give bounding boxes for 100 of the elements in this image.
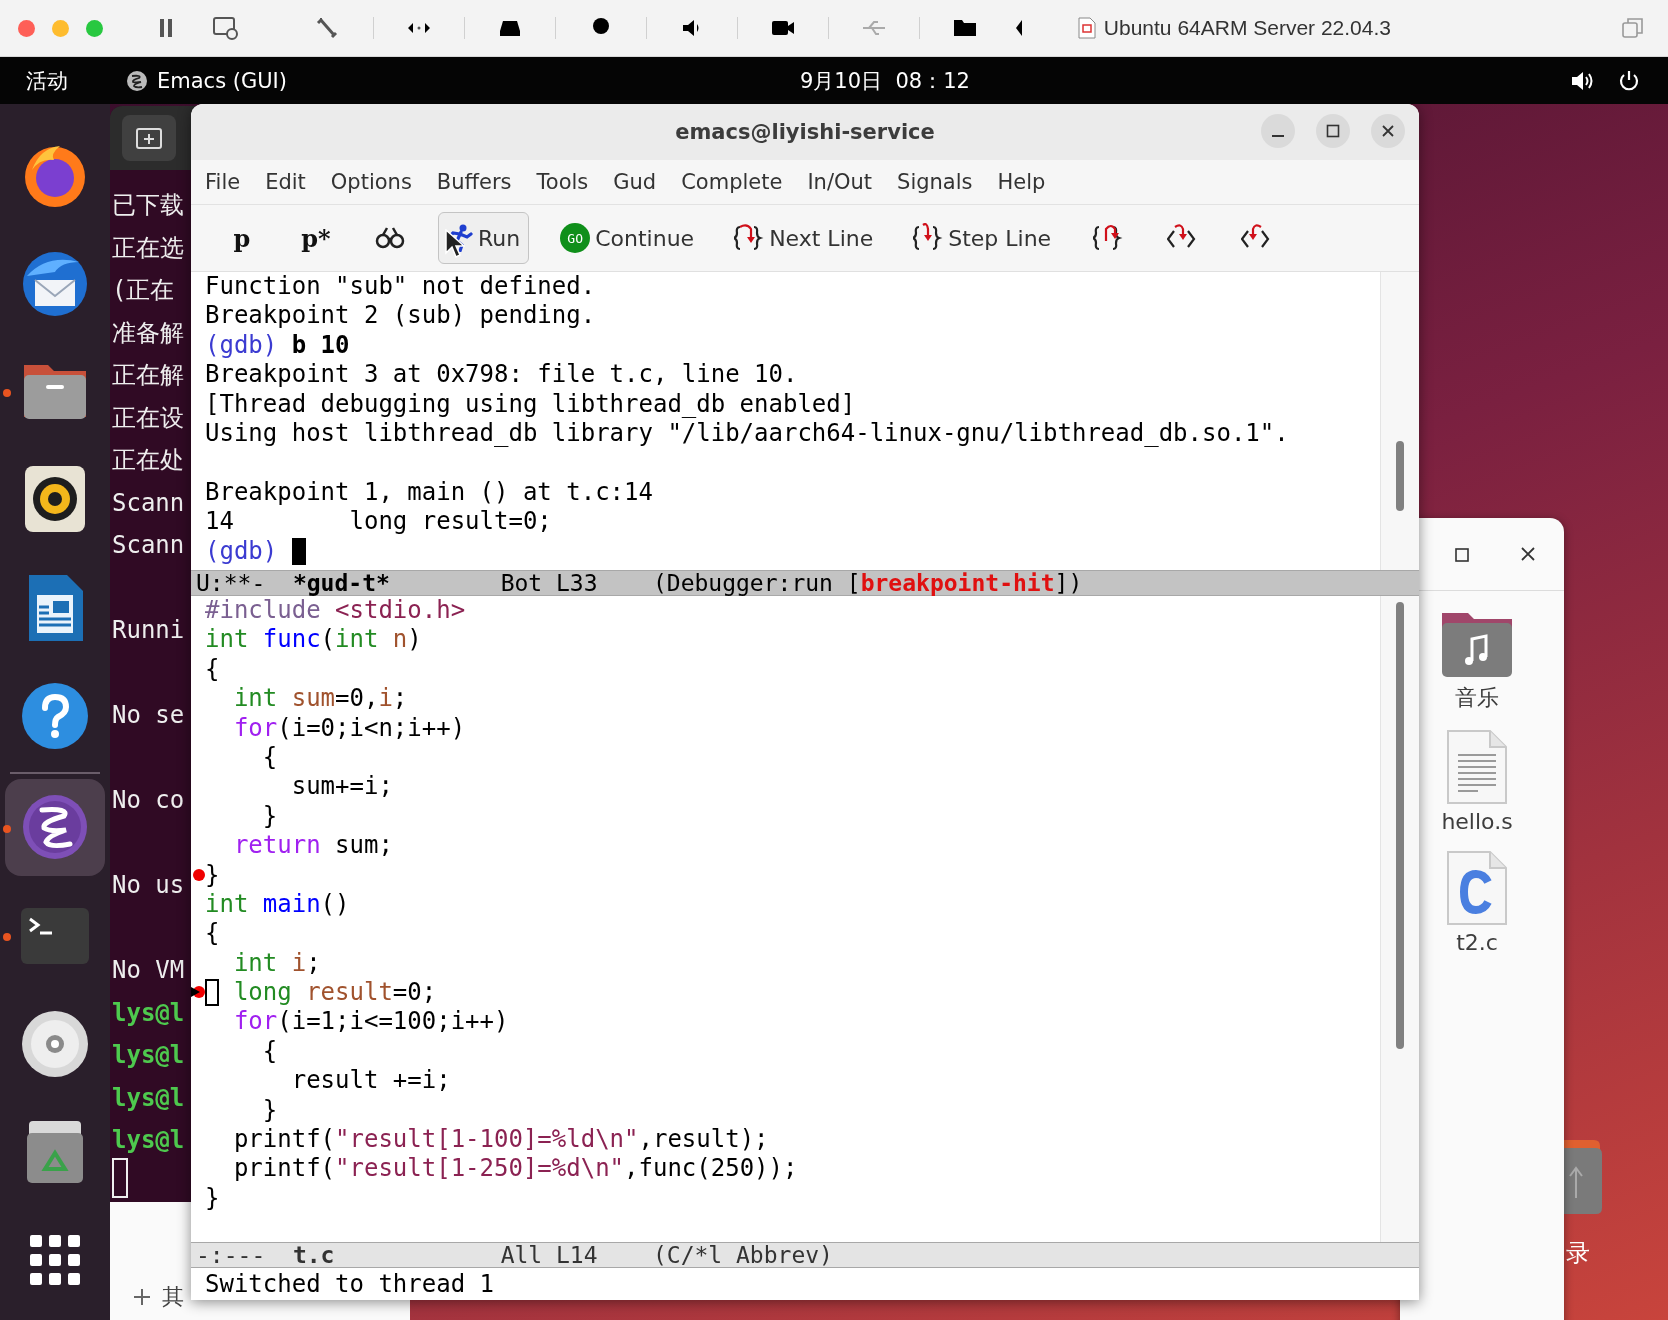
folder-icon[interactable] — [1564, 1138, 1602, 1216]
terminal-line: 已下载 — [112, 190, 184, 221]
continue-button[interactable]: GO Continue — [551, 212, 704, 264]
speaker-icon — [23, 464, 87, 535]
code-line: int func(int n) — [205, 625, 422, 655]
menu-item[interactable]: In/Out — [807, 170, 873, 194]
volume-icon[interactable] — [1570, 69, 1594, 92]
code-line: for(i=0;i<n;i++) — [232, 713, 466, 743]
menu-item[interactable]: Complete — [681, 170, 783, 194]
code-line: } — [205, 1183, 220, 1214]
app-menu[interactable]: Emacs (GUI) — [157, 68, 287, 93]
text-file-icon — [1446, 729, 1508, 805]
code-line: #include <stdio.h> — [205, 596, 466, 626]
terminal-line: 正在设 — [112, 402, 184, 434]
console-line: Using host libthread_db library "/lib/aarch64-linux-gnu/libthread_db.so.1". — [205, 418, 1289, 449]
code-line: { — [205, 654, 220, 685]
code-line: { — [261, 742, 278, 773]
terminal-line: (正在 — [112, 275, 175, 306]
terminal-line: lys@l — [112, 997, 185, 1029]
file-name[interactable]: 音乐 — [1455, 683, 1499, 713]
terminal-line: Scann — [112, 487, 185, 519]
maximize-button[interactable] — [1316, 114, 1350, 148]
menu-item[interactable]: Buffers — [436, 170, 512, 194]
console-line: Breakpoint 2 (sub) pending. — [205, 301, 596, 331]
snapshot-icon[interactable] — [211, 15, 239, 41]
scrollbar[interactable] — [1380, 596, 1419, 1242]
menu-item[interactable]: Help — [997, 170, 1046, 194]
terminal-line: Runni — [112, 615, 185, 646]
console-line: (gdb) b 10 — [205, 330, 350, 361]
terminal-line: 正在处 — [112, 445, 184, 476]
terminal-line: 正在选 — [112, 232, 184, 264]
menu-item[interactable]: Options — [330, 170, 412, 194]
trash-icon — [25, 1119, 85, 1186]
clock[interactable]: 9月10日 08：12 — [800, 66, 970, 95]
menu-item[interactable]: Edit — [265, 170, 306, 194]
music-folder-icon — [1440, 611, 1514, 679]
maximize-icon[interactable] — [1455, 548, 1469, 562]
arrow-icon — [191, 987, 200, 998]
close-icon — [1381, 124, 1395, 138]
code-line: } — [261, 1095, 278, 1126]
emacs-icon — [126, 69, 148, 92]
new-tab-icon — [136, 126, 162, 150]
code-line: } — [205, 860, 220, 890]
step-button[interactable]: Step Line — [904, 212, 1061, 264]
file-name[interactable]: t2.c — [1456, 930, 1498, 955]
code-line: sum+=i; — [290, 772, 393, 802]
help-icon — [20, 681, 90, 752]
app-grid-icon — [30, 1235, 80, 1286]
terminal-line: Scann — [112, 530, 185, 561]
code-line: { — [205, 919, 220, 949]
terminal-line: lys@l — [112, 1040, 185, 1071]
menu-item[interactable]: Tools — [536, 170, 589, 194]
text-cursor — [112, 1157, 128, 1198]
menu-item[interactable]: File — [205, 170, 241, 194]
minimize-button[interactable] — [1261, 114, 1295, 148]
maximize-icon — [1326, 124, 1340, 138]
scrollbar[interactable] — [1380, 272, 1419, 570]
code-line: { — [261, 1036, 278, 1067]
next-button[interactable]: Next Line — [725, 212, 883, 264]
console-line: Breakpoint 3 at 0x798: file t.c, line 10. — [205, 360, 798, 390]
code-line: int sum=0,i; — [232, 684, 408, 714]
run-button[interactable]: Run — [438, 212, 530, 264]
code-line: for(i=1;i<=100;i++) — [232, 1007, 509, 1037]
terminal-line: No se — [112, 700, 185, 731]
dock-item[interactable] — [5, 778, 105, 876]
step-out-icon — [1093, 223, 1124, 253]
terminal-line: No co — [112, 785, 185, 816]
terminal-line: lys@l — [112, 1082, 185, 1114]
code-line: printf("result[1-250]=%d\n",func(250)); — [232, 1154, 798, 1184]
file-name[interactable]: hello.s — [1441, 809, 1513, 834]
power-icon[interactable] — [1618, 69, 1640, 92]
terminal-line: No us — [112, 870, 185, 901]
code-line: return sum; — [232, 831, 393, 861]
code-line: } — [261, 801, 278, 832]
step-over-icon — [734, 223, 765, 253]
close-icon[interactable] — [1520, 546, 1536, 562]
code-line: int main() — [205, 889, 350, 920]
go-sign: GO — [560, 223, 591, 253]
new-tab-button[interactable] — [122, 115, 176, 161]
terminal-line: 正在解 — [112, 360, 184, 391]
console-line: [Thread debugging using libthread_db enabled] — [205, 389, 856, 419]
terminal-line: lys@l — [112, 1125, 185, 1156]
activities-button[interactable]: 活动 — [26, 66, 68, 95]
close-button[interactable] — [1371, 114, 1405, 148]
disc-icon — [20, 1008, 90, 1079]
window-title: emacs@liyishi-service — [675, 120, 935, 144]
print-button[interactable]: p — [216, 212, 268, 264]
menu-item[interactable]: Signals — [897, 170, 973, 194]
terminal-icon — [20, 906, 90, 965]
mouse-pointer-icon — [445, 229, 465, 259]
c-source-file-icon — [1446, 850, 1508, 926]
sidebar-item[interactable]: 其 — [162, 1282, 184, 1312]
code-line: printf("result[1-100]=%ld\n",result); — [232, 1125, 769, 1155]
menu-item[interactable]: Gud — [613, 170, 657, 194]
terminal-line: 准备解 — [112, 317, 184, 349]
minimize-icon — [1272, 135, 1284, 137]
console-line: Breakpoint 1, main () at t.c:14 — [205, 477, 653, 508]
binoculars-icon — [375, 226, 405, 250]
plus-icon[interactable] — [132, 1287, 152, 1307]
print-button[interactable]: p* — [290, 212, 342, 264]
